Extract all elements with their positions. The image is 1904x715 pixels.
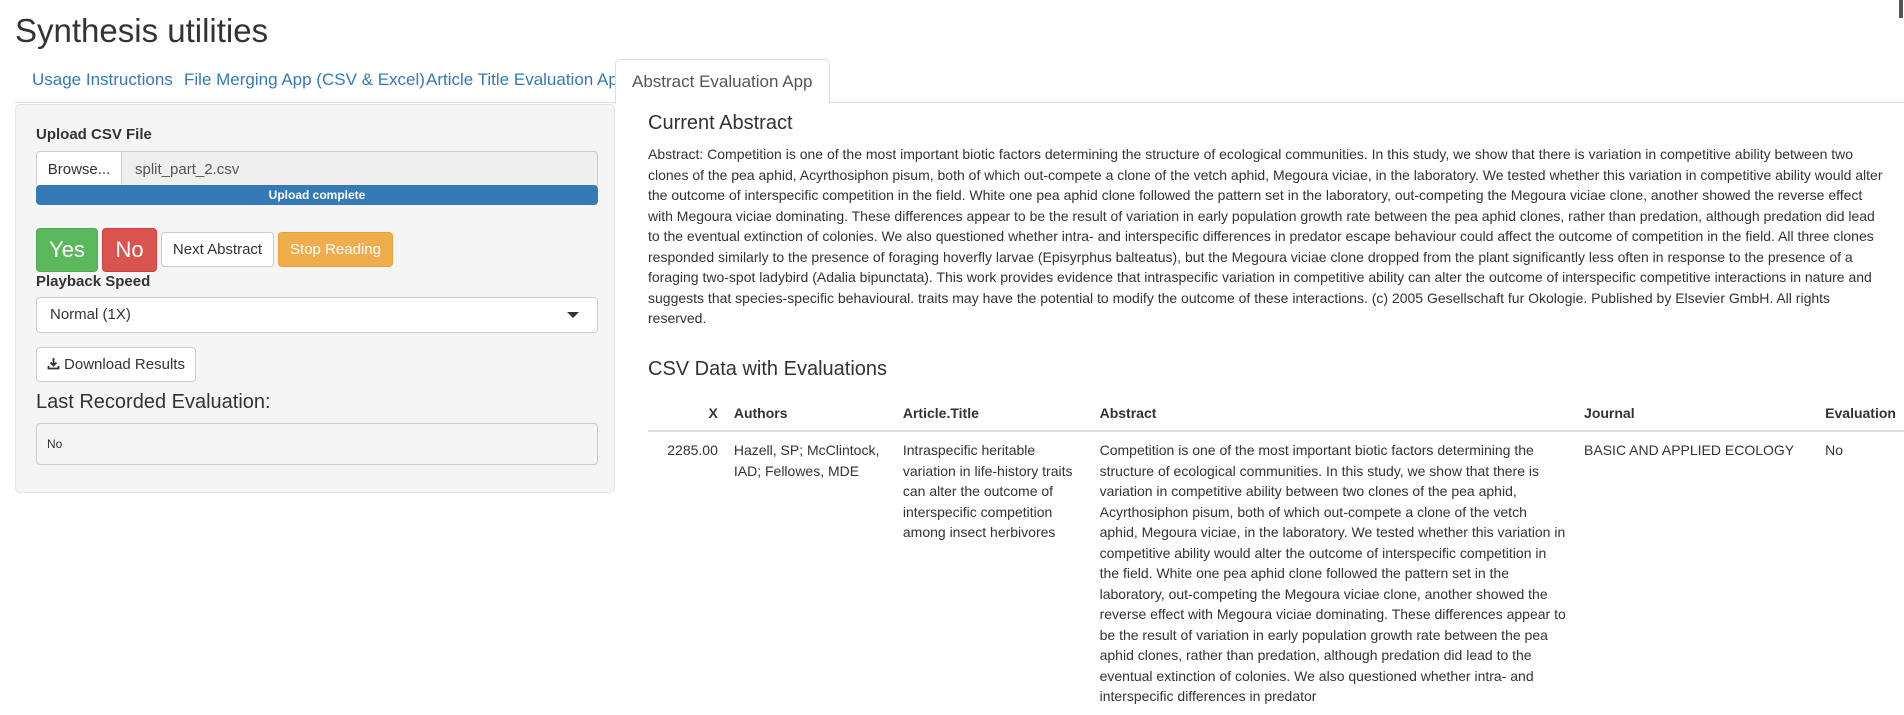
column-header[interactable]: Evaluation <box>1817 396 1904 432</box>
download-icon <box>47 349 60 382</box>
stop-reading-button[interactable]: Stop Reading <box>278 232 393 267</box>
download-results-label: Download Results <box>64 356 185 373</box>
playback-speed-value: Normal (1X) <box>50 306 131 323</box>
upload-label: Upload CSV File <box>36 126 152 143</box>
current-abstract-text: Abstract: Competition is one of the most… <box>648 146 1883 326</box>
table-header-row: X Authors Article.Title Abstract Journal… <box>648 396 1904 432</box>
file-name-field[interactable]: split_part_2.csv <box>121 151 598 188</box>
tab-file-merging-app[interactable]: File Merging App (CSV & Excel) <box>167 59 442 101</box>
scrollbar-thumb[interactable] <box>1899 0 1903 18</box>
table-cell-abstract: Competition is one of the most important… <box>1099 442 1566 704</box>
tab-bar: Usage Instructions File Merging App (CSV… <box>15 59 1904 104</box>
table-cell-title: Intraspecific heritable variation in lif… <box>902 442 1073 540</box>
next-abstract-button[interactable]: Next Abstract <box>161 232 274 267</box>
file-upload-group: Browse... split_part_2.csv <box>36 151 598 188</box>
last-evaluation-title: Last Recorded Evaluation: <box>36 391 271 413</box>
download-results-button[interactable]: Download Results <box>36 347 196 382</box>
tab-abstract-evaluation-app[interactable]: Abstract Evaluation App <box>615 59 830 104</box>
playback-speed-label: Playback Speed <box>36 273 151 290</box>
tab-article-title-evaluation-app[interactable]: Article Title Evaluation App <box>409 59 644 101</box>
table-cell-authors: Hazell, SP; McClintock, IAD; Fellowes, M… <box>733 442 880 479</box>
csv-data-title: CSV Data with Evaluations <box>648 358 888 380</box>
tab-usage-instructions[interactable]: Usage Instructions <box>15 59 190 101</box>
column-header[interactable]: Journal <box>1576 396 1818 432</box>
column-header[interactable]: Article.Title <box>894 396 1092 432</box>
sidebar-panel: Upload CSV File Browse... split_part_2.c… <box>15 104 615 493</box>
table-row: 2285.00 Hazell, SP; McClintock, IAD; Fel… <box>648 431 1904 715</box>
column-header[interactable]: Authors <box>725 396 895 432</box>
evaluations-table: X Authors Article.Title Abstract Journal… <box>648 396 1904 715</box>
column-header[interactable]: X <box>648 396 726 432</box>
last-evaluation-output: No <box>36 423 598 465</box>
table-cell-evaluation: No <box>1825 442 1844 458</box>
page-title: Synthesis utilities <box>15 12 269 49</box>
no-button[interactable]: No <box>102 228 157 272</box>
table-cell-journal: BASIC AND APPLIED ECOLOGY <box>1584 442 1795 458</box>
playback-speed-select[interactable]: Normal (1X) <box>36 297 598 333</box>
table-cell-x: 2285.00 <box>667 442 718 458</box>
browse-button[interactable]: Browse... <box>36 151 122 188</box>
yes-button[interactable]: Yes <box>36 228 98 272</box>
chevron-down-icon <box>567 312 579 318</box>
column-header[interactable]: Abstract <box>1091 396 1577 432</box>
current-abstract-title: Current Abstract <box>648 112 793 134</box>
upload-progress-bar: Upload complete <box>36 185 598 205</box>
